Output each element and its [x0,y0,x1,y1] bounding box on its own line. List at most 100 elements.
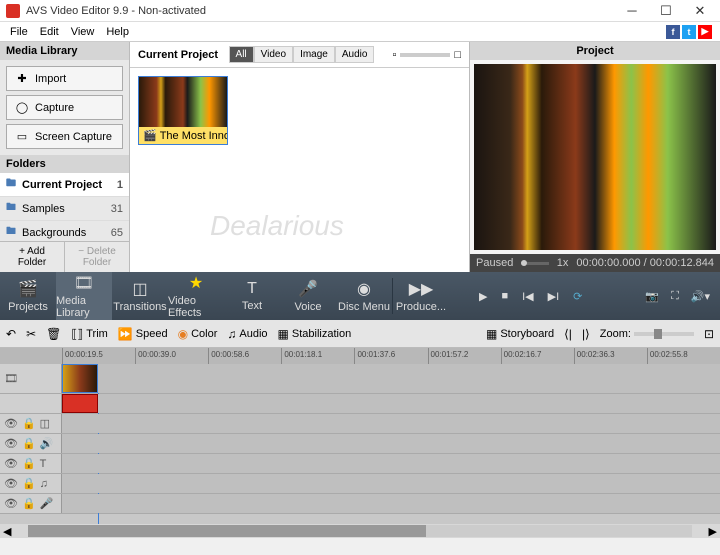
loop-button[interactable]: ⟳ [573,290,582,303]
music-track: 👁🔒♫ [0,474,720,494]
menu-view[interactable]: View [65,24,101,40]
delete-folder-button[interactable]: − Delete Folder [65,242,129,272]
thumb-size-slider[interactable] [400,53,450,57]
film-icon: 🎞 [74,273,94,293]
tab-disc-menu[interactable]: ◉Disc Menu [336,272,392,320]
snapshot-button[interactable]: 📷 [645,290,659,303]
window-title: AVS Video Editor 9.9 - Non-activated [26,5,622,17]
content-panel: Current Project All Video Image Audio ▫ … [130,42,470,272]
delete-button[interactable]: 🗑 [46,327,61,341]
folder-backgrounds[interactable]: 🖿Backgrounds65 [0,221,129,241]
preview-image [474,64,716,250]
scroll-left-button[interactable]: ◀ [0,525,14,538]
menu-help[interactable]: Help [100,24,135,40]
lock-icon[interactable]: 🔒 [22,437,36,450]
tab-audio[interactable]: Audio [335,46,375,63]
close-button[interactable]: ✕ [690,4,710,18]
trim-icon: ⟦⟧ [71,327,83,341]
menu-file[interactable]: File [4,24,34,40]
stabilization-button[interactable]: ▦Stabilization [278,327,352,341]
preview-seek-slider[interactable] [521,262,548,265]
split-right-button[interactable]: |⟩ [582,327,590,341]
zoom-slider[interactable] [634,332,694,336]
minimize-button[interactable]: ─ [622,4,642,18]
video-icon: 🎬 [143,129,157,142]
timeline-ruler[interactable]: 00:00:19.5 00:00:39.0 00:00:58.6 00:01:1… [0,348,720,364]
horizontal-scrollbar[interactable]: ◀ ▶ [0,524,720,538]
timeline-audio-clip[interactable] [62,394,98,413]
undo-button[interactable]: ↶ [6,327,16,341]
video-track-body[interactable] [62,364,720,393]
timeline: 00:00:19.5 00:00:39.0 00:00:58.6 00:01:1… [0,348,720,538]
produce-button[interactable]: ▶▶Produce... [393,272,449,320]
folder-current-project[interactable]: 🖿Current Project1 [0,173,129,197]
facebook-icon[interactable]: f [666,25,680,39]
timeline-video-clip[interactable] [62,364,98,393]
storyboard-button[interactable]: ▦Storyboard [486,327,554,341]
tab-media-library[interactable]: 🎞Media Library [56,272,112,320]
scrollbar-thumb[interactable] [28,525,426,537]
cut-button[interactable]: ✂ [26,327,36,341]
preview-speed: 1x [557,257,569,269]
volume-button[interactable]: 🔊▾ [691,290,710,303]
eye-icon[interactable]: 👁 [4,497,18,510]
video-track-icon: 🎞 [4,372,18,385]
lock-icon[interactable]: 🔒 [22,477,36,490]
capture-button[interactable]: ◯Capture [6,95,123,120]
tab-video[interactable]: Video [254,46,293,63]
lock-icon[interactable]: 🔒 [22,417,36,430]
next-frame-button[interactable]: ▶I [548,290,560,303]
trim-button[interactable]: ⟦⟧Trim [71,327,107,341]
split-left-button[interactable]: ⟨| [564,327,572,341]
tab-text[interactable]: TText [224,272,280,320]
folder-icon: 🖿 [6,224,18,241]
tab-image[interactable]: Image [293,46,335,63]
preview-header: Project [470,42,720,60]
storyboard-icon: ▦ [486,327,497,341]
prev-frame-button[interactable]: I◀ [522,290,534,303]
plus-icon: ✚ [15,72,29,85]
twitter-icon[interactable]: t [682,25,696,39]
clip-name: The Most Innovative... [160,130,227,142]
eye-icon[interactable]: 👁 [4,457,18,470]
tab-transitions[interactable]: ◫Transitions [112,272,168,320]
screen-capture-button[interactable]: ▭Screen Capture [6,124,123,149]
speed-button[interactable]: ⏩Speed [118,327,168,341]
stop-button[interactable]: ■ [501,290,508,302]
color-button[interactable]: ◉Color [178,327,218,341]
lock-icon[interactable]: 🔒 [22,457,36,470]
add-folder-button[interactable]: + Add Folder [0,242,65,272]
media-clip[interactable]: 🎬The Most Innovative... [138,76,228,145]
overlay-track: 👁🔒🔊 [0,434,720,454]
preview-status: Paused [476,257,513,269]
edit-toolbar: ↶ ✂ 🗑 ⟦⟧Trim ⏩Speed ◉Color ♫Audio ▦Stabi… [0,320,720,348]
import-button[interactable]: ✚Import [6,66,123,91]
voice-track-icon: 🎤 [40,497,54,510]
tab-video-effects[interactable]: ★Video Effects [168,272,224,320]
eye-icon[interactable]: 👁 [4,417,18,430]
thumb-small-icon[interactable]: ▫ [392,49,396,61]
scroll-right-button[interactable]: ▶ [706,525,720,538]
tab-projects[interactable]: 🎬Projects [0,272,56,320]
eye-icon[interactable]: 👁 [4,477,18,490]
tab-voice[interactable]: 🎤Voice [280,272,336,320]
menu-edit[interactable]: Edit [34,24,65,40]
folder-samples[interactable]: 🖿Samples31 [0,197,129,221]
star-icon: ★ [189,273,203,293]
text-icon: T [247,280,257,298]
thumb-large-icon[interactable]: □ [454,49,461,61]
audio-track-body[interactable] [62,394,720,413]
stab-icon: ▦ [278,327,289,341]
text-track: 👁🔒T [0,454,720,474]
play-button[interactable]: ▶ [479,290,487,303]
eye-icon[interactable]: 👁 [4,437,18,450]
maximize-button[interactable]: ☐ [656,4,676,18]
fit-button[interactable]: ⊡ [704,327,714,341]
lock-icon[interactable]: 🔒 [22,497,36,510]
youtube-icon[interactable]: ▶ [698,25,712,39]
monitor-icon: ▭ [15,130,29,143]
fullscreen-button[interactable]: ⛶ [671,290,679,303]
tab-all[interactable]: All [229,46,254,63]
audio-button[interactable]: ♫Audio [227,327,267,341]
effect-track: 👁🔒◫ [0,414,720,434]
